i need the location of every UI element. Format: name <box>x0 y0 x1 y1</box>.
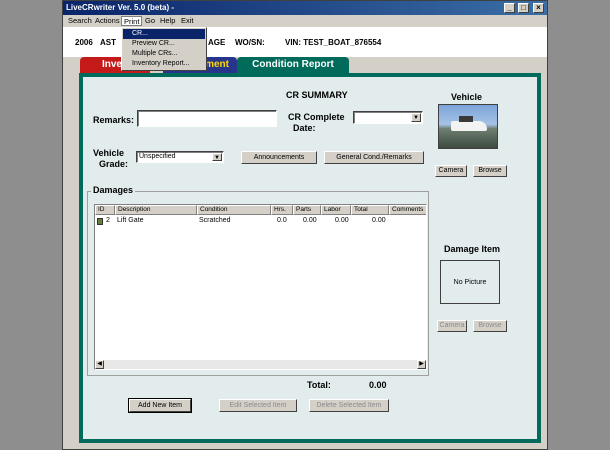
title-bar: LiveCRwriter Ver. 5.0 (beta) - _ □ × <box>63 1 547 15</box>
preview-cr-item[interactable]: Preview CR... <box>123 39 205 49</box>
vehicle-section-title: Vehicle <box>451 92 483 102</box>
boat-cabin-image <box>459 116 473 122</box>
vehicle-year: 2006 <box>75 38 93 47</box>
cr-complete-date-combo[interactable]: ▼ <box>353 111 423 124</box>
row-parts: 0.00 <box>303 217 317 224</box>
damage-browse-button[interactable]: Browse <box>473 320 507 332</box>
vehicle-grade-value: Unspecified <box>139 153 176 160</box>
vehicle-grade-combo[interactable]: Unspecified ▼ <box>136 151 224 163</box>
col-header-comments[interactable]: Comments <box>389 205 426 215</box>
menu-actions[interactable]: Actions <box>93 16 122 26</box>
row-id: 2 <box>106 217 110 224</box>
chevron-down-icon[interactable]: ▼ <box>212 153 222 161</box>
general-cond-remarks-button[interactable]: General Cond./Remarks <box>324 151 424 164</box>
col-header-total[interactable]: Total <box>351 205 389 215</box>
row-hrs: 0.0 <box>277 217 287 224</box>
damage-item-title: Damage Item <box>444 244 501 254</box>
row-labor: 0.00 <box>335 217 349 224</box>
row-description: Lift Gate <box>117 217 144 224</box>
vehicle-camera-button[interactable]: Camera <box>435 165 467 177</box>
cr-summary-title: CR SUMMARY <box>286 90 348 100</box>
scroll-right-icon[interactable]: ▶ <box>417 360 426 369</box>
edit-selected-item-button[interactable]: Edit Selected Item <box>219 399 297 412</box>
col-header-condition[interactable]: Condition <box>197 205 271 215</box>
boat-image <box>451 121 487 131</box>
inventory-report-item[interactable]: Inventory Report... <box>123 59 205 69</box>
minimize-button[interactable]: _ <box>504 3 515 13</box>
window-title: LiveCRwriter Ver. 5.0 (beta) - <box>66 3 175 12</box>
menu-bar: Search Actions Print Go Help Exit <box>63 15 547 27</box>
vehicle-grade-label-1: Vehicle <box>93 148 125 158</box>
horizontal-scrollbar[interactable]: ◀ ▶ <box>95 360 426 369</box>
chevron-down-icon[interactable]: ▼ <box>411 113 421 122</box>
row-condition: Scratched <box>199 217 231 224</box>
tab-condition-report[interactable]: Condition Report <box>237 57 349 73</box>
camera-icon <box>97 218 103 225</box>
cr-complete-label: CR Complete <box>288 112 345 122</box>
vin-label: VIN: TEST_BOAT_876554 <box>285 38 382 47</box>
announcements-button[interactable]: Announcements <box>241 151 317 164</box>
total-value: 0.00 <box>369 380 387 390</box>
cr-complete-date-label: Date: <box>293 123 316 133</box>
menu-print[interactable]: Print <box>121 16 143 26</box>
wo-sn-label: WO/SN: <box>235 38 265 47</box>
vehicle-make: AST <box>100 38 116 47</box>
total-label: Total: <box>307 380 331 390</box>
damages-title: Damages <box>91 185 136 195</box>
menu-help[interactable]: Help <box>158 16 177 26</box>
no-picture-text: No Picture <box>453 279 487 286</box>
condition-report-panel: CR SUMMARY Remarks: CR Complete Date: ▼ … <box>79 73 541 443</box>
add-new-item-button[interactable]: Add New Item <box>128 398 192 413</box>
table-row[interactable]: 2 Lift Gate Scratched 0.0 0.00 0.00 0.00 <box>95 217 426 227</box>
close-button[interactable]: × <box>533 3 544 13</box>
tab-condition-label: Condition Report <box>252 59 334 70</box>
tab-equipment-label: ment <box>205 59 229 70</box>
col-header-hrs[interactable]: Hrs. <box>271 205 293 215</box>
damage-item-picture[interactable]: No Picture <box>440 260 500 304</box>
damages-list[interactable]: ID Description Condition Hrs. Parts Labo… <box>94 204 427 370</box>
row-total: 0.00 <box>372 217 386 224</box>
maximize-button[interactable]: □ <box>518 3 529 13</box>
col-header-id[interactable]: ID <box>95 205 115 215</box>
col-header-parts[interactable]: Parts <box>293 205 321 215</box>
col-header-description[interactable]: Description <box>115 205 197 215</box>
vehicle-model-partial: AGE <box>208 38 226 47</box>
remarks-label: Remarks: <box>93 115 135 125</box>
menu-search[interactable]: Search <box>66 16 94 26</box>
scroll-left-icon[interactable]: ◀ <box>95 360 104 369</box>
print-menu-dropdown: CR... Preview CR... Multiple CRs... Inve… <box>121 27 207 71</box>
print-cr-item[interactable]: CR... <box>123 29 205 39</box>
remarks-input[interactable] <box>137 110 277 127</box>
menu-go[interactable]: Go <box>143 16 157 26</box>
vehicle-grade-label-2: Grade: <box>99 159 129 169</box>
delete-selected-item-button[interactable]: Delete Selected Item <box>309 399 389 412</box>
vehicle-browse-button[interactable]: Browse <box>473 165 507 177</box>
menu-exit[interactable]: Exit <box>179 16 196 26</box>
vehicle-photo[interactable] <box>438 104 498 149</box>
app-window: LiveCRwriter Ver. 5.0 (beta) - _ □ × Sea… <box>62 0 548 450</box>
col-header-labor[interactable]: Labor <box>321 205 351 215</box>
damage-camera-button[interactable]: Camera <box>437 320 467 332</box>
multiple-crs-item[interactable]: Multiple CRs... <box>123 49 205 59</box>
